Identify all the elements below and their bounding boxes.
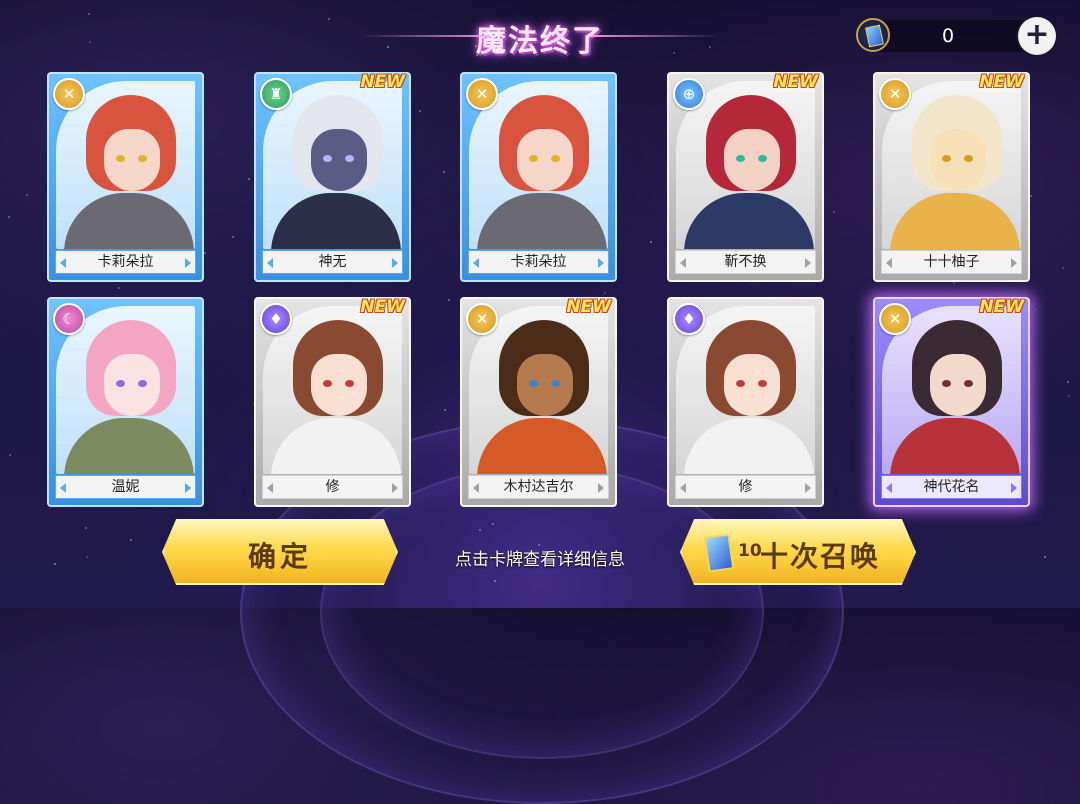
character-name: 神代花名 [881,475,1022,499]
blade-icon: ♦ [260,303,292,335]
tap-card-hint: 点击卡牌查看详细信息 [455,550,625,570]
summon-ticket-icon [703,533,735,573]
character-card[interactable]: ✕ NEW 木村达吉尔 [460,297,617,507]
title-banner: 魔法终了 [360,8,720,59]
confirm-button-label: 确定 [247,540,312,573]
summon-ticket-icon [856,18,890,52]
crossed-swords-icon: ✕ [879,78,911,110]
character-card[interactable]: ☾ 温妮 [47,297,204,507]
character-card[interactable]: ♜ NEW 神无 [254,72,411,282]
title-line-right [590,35,720,37]
tower-icon: ♜ [260,78,292,110]
new-badge: NEW [360,297,405,317]
character-card[interactable]: ♦ NEW 修 [254,297,411,507]
character-name: 卡莉朵拉 [55,250,196,274]
new-badge: NEW [773,72,818,92]
character-card[interactable]: ♦ 修 [667,297,824,507]
new-badge: NEW [979,297,1024,317]
character-name: 神无 [262,250,403,274]
crossed-swords-icon: ✕ [466,303,498,335]
character-name: 修 [675,475,816,499]
confirm-button[interactable]: 确定 [162,519,398,585]
ticket-count: 0 [941,25,955,47]
character-card[interactable]: ✕ NEW 神代花名 [873,297,1030,507]
crossed-swords-icon: ✕ [466,78,498,110]
crescent-orb-icon: ☾ [53,303,85,335]
new-badge: NEW [566,297,611,317]
add-tickets-button[interactable]: + [1018,17,1056,55]
character-card[interactable]: ⊕ NEW 靳不换 [667,72,824,282]
new-badge: NEW [360,72,405,92]
plus-icon: + [1024,17,1050,52]
character-name: 卡莉朵拉 [468,250,609,274]
title-line-left [360,35,490,37]
character-name: 木村达吉尔 [468,475,609,499]
summon-button-label: 十次召唤 [760,540,881,573]
summon-cost: 10 [738,541,762,561]
crosshair-icon: ⊕ [673,78,705,110]
ten-summon-button[interactable]: 10 十次召唤 [680,519,916,585]
new-badge: NEW [979,72,1024,92]
crossed-swords-icon: ✕ [53,78,85,110]
character-card[interactable]: ✕ 卡莉朵拉 [47,72,204,282]
magic-circle-inner-decoration [320,465,764,759]
blade-icon: ♦ [673,303,705,335]
character-card[interactable]: ✕ NEW 十十柚子 [873,72,1030,282]
crossed-swords-icon: ✕ [879,303,911,335]
character-name: 温妮 [55,475,196,499]
character-name: 修 [262,475,403,499]
ticket-currency-display: 0 + [856,17,1056,55]
character-name: 十十柚子 [881,250,1022,274]
character-card[interactable]: ✕ 卡莉朵拉 [460,72,617,282]
character-name: 靳不换 [675,250,816,274]
page-title: 魔法终了 [476,24,604,59]
